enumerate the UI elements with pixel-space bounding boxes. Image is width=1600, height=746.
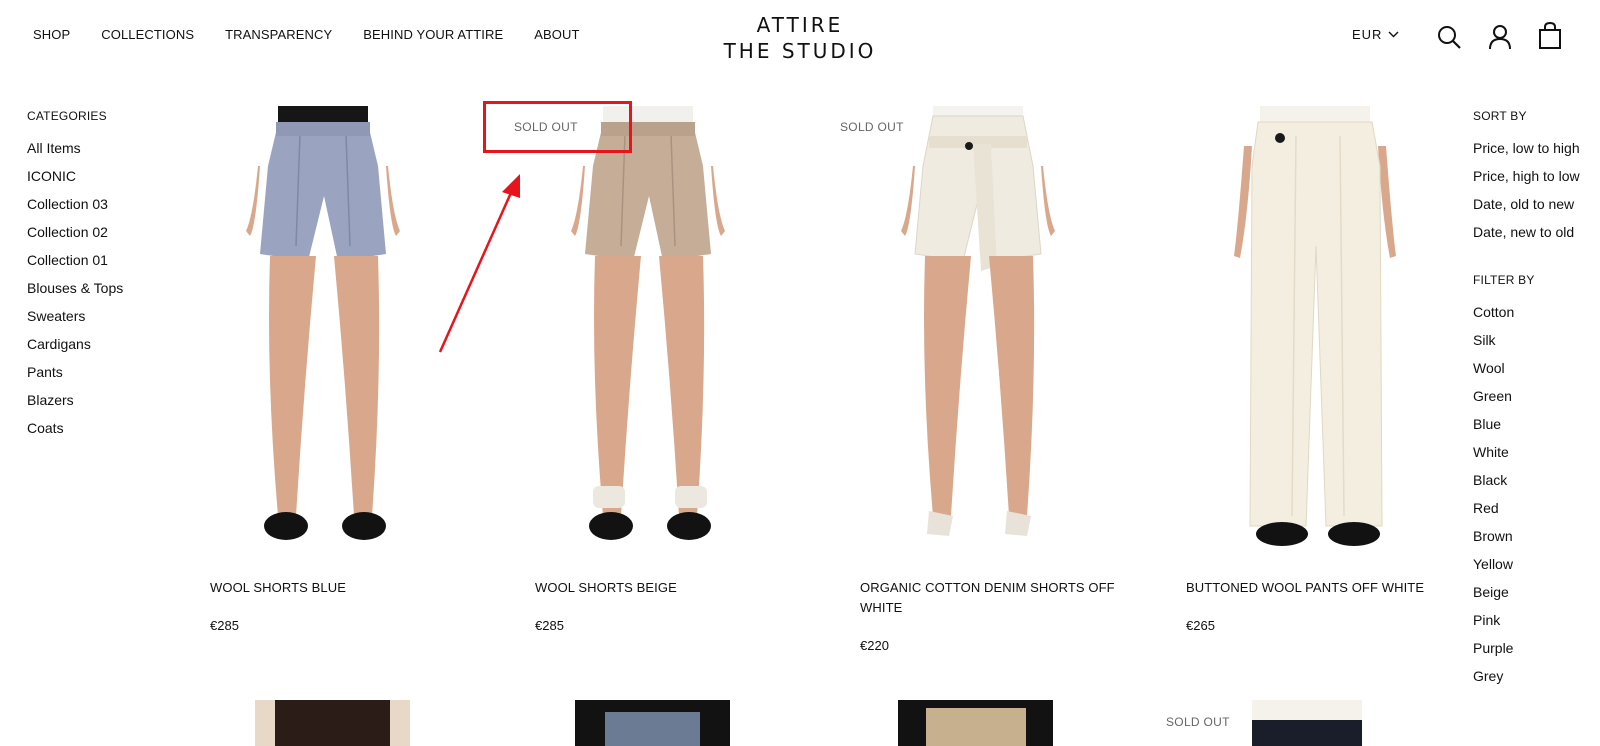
product-price: €220: [860, 638, 889, 653]
product-name[interactable]: BUTTONED WOOL PANTS OFF WHITE: [1186, 578, 1424, 598]
filter-beige[interactable]: Beige: [1473, 578, 1580, 606]
product-image-row2-1[interactable]: [255, 700, 410, 746]
filter-green[interactable]: Green: [1473, 382, 1580, 410]
product-image-cotton-denim-shorts[interactable]: [893, 106, 1063, 556]
filter-silk[interactable]: Silk: [1473, 326, 1580, 354]
filter-black[interactable]: Black: [1473, 466, 1580, 494]
category-collection-03[interactable]: Collection 03: [27, 190, 123, 218]
logo-line-2: THE STUDIO: [723, 39, 877, 63]
filter-wool[interactable]: Wool: [1473, 354, 1580, 382]
product-name[interactable]: WOOL SHORTS BLUE: [210, 578, 346, 598]
filter-brown[interactable]: Brown: [1473, 522, 1580, 550]
product-image-row2-4[interactable]: [1222, 700, 1392, 746]
sold-out-badge: SOLD OUT: [836, 118, 908, 136]
account-icon[interactable]: [1489, 25, 1511, 50]
categories-title: CATEGORIES: [27, 109, 107, 123]
category-all-items[interactable]: All Items: [27, 134, 123, 162]
filter-pink[interactable]: Pink: [1473, 606, 1580, 634]
nav-about[interactable]: ABOUT: [534, 27, 579, 42]
annotation-highlight-box: [483, 101, 632, 153]
annotation-arrow-icon: [438, 174, 520, 353]
filter-grey[interactable]: Grey: [1473, 662, 1580, 690]
category-collection-02[interactable]: Collection 02: [27, 218, 123, 246]
nav-collections[interactable]: COLLECTIONS: [101, 27, 194, 42]
currency-label: EUR: [1352, 27, 1383, 42]
shopping-bag-icon[interactable]: [1539, 22, 1561, 49]
sort-title: SORT BY: [1473, 109, 1527, 123]
main-nav: SHOP COLLECTIONS TRANSPARENCY BEHIND YOU…: [33, 27, 580, 42]
sold-out-badge: SOLD OUT: [1162, 713, 1234, 731]
product-image-wool-shorts-beige[interactable]: [563, 106, 733, 556]
chevron-down-icon: [1388, 31, 1399, 38]
sort-date-new-old[interactable]: Date, new to old: [1473, 218, 1580, 246]
product-image-row2-2[interactable]: [575, 700, 730, 746]
filter-blue[interactable]: Blue: [1473, 410, 1580, 438]
filter-white[interactable]: White: [1473, 438, 1580, 466]
product-name[interactable]: WOOL SHORTS BEIGE: [535, 578, 677, 598]
search-icon[interactable]: [1437, 25, 1461, 49]
filter-yellow[interactable]: Yellow: [1473, 550, 1580, 578]
logo-line-1: ATTIRE: [756, 13, 844, 37]
sort-date-old-new[interactable]: Date, old to new: [1473, 190, 1580, 218]
filter-cotton[interactable]: Cotton: [1473, 298, 1580, 326]
category-iconic[interactable]: ICONIC: [27, 162, 123, 190]
filter-title: FILTER BY: [1473, 273, 1535, 287]
product-image-wool-shorts-blue[interactable]: [238, 106, 408, 556]
filter-red[interactable]: Red: [1473, 494, 1580, 522]
product-name[interactable]: ORGANIC COTTON DENIM SHORTS OFF WHITE: [860, 578, 1115, 618]
filter-purple[interactable]: Purple: [1473, 634, 1580, 662]
sort-filter-sidebar: SORT BY Price, low to high Price, high t…: [1473, 109, 1580, 690]
product-price: €285: [210, 618, 239, 633]
product-price: €285: [535, 618, 564, 633]
nav-shop[interactable]: SHOP: [33, 27, 70, 42]
product-image-buttoned-wool-pants[interactable]: [1230, 106, 1400, 556]
category-cardigans[interactable]: Cardigans: [27, 330, 123, 358]
category-coats[interactable]: Coats: [27, 414, 123, 442]
product-price: €265: [1186, 618, 1215, 633]
category-blazers[interactable]: Blazers: [27, 386, 123, 414]
sort-price-high-low[interactable]: Price, high to low: [1473, 162, 1580, 190]
categories-sidebar: CATEGORIES All Items ICONIC Collection 0…: [27, 109, 123, 442]
sort-price-low-high[interactable]: Price, low to high: [1473, 134, 1580, 162]
category-pants[interactable]: Pants: [27, 358, 123, 386]
category-blouses-tops[interactable]: Blouses & Tops: [27, 274, 123, 302]
product-image-row2-3[interactable]: [898, 700, 1053, 746]
currency-selector[interactable]: EUR: [1352, 27, 1399, 42]
nav-behind-your-attire[interactable]: BEHIND YOUR ATTIRE: [363, 27, 503, 42]
nav-transparency[interactable]: TRANSPARENCY: [225, 27, 332, 42]
category-collection-01[interactable]: Collection 01: [27, 246, 123, 274]
brand-logo[interactable]: ATTIRE THE STUDIO: [700, 12, 900, 64]
category-sweaters[interactable]: Sweaters: [27, 302, 123, 330]
